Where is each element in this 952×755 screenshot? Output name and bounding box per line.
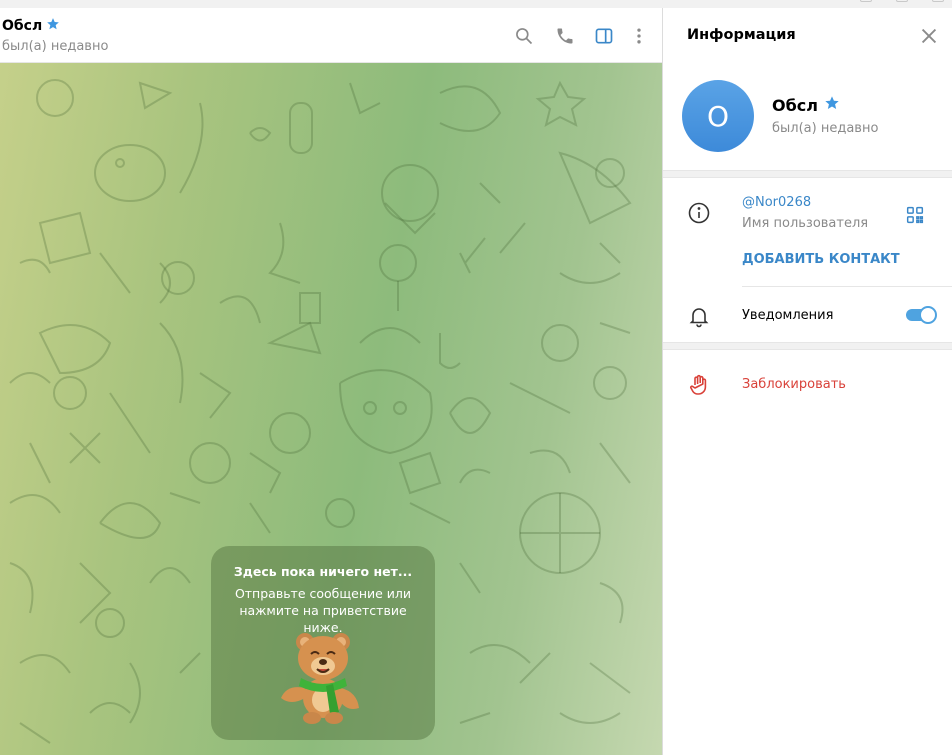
window-top-strip — [0, 0, 952, 8]
sidebar-toggle-icon[interactable] — [592, 24, 616, 48]
username-link[interactable]: @Nor0268 — [742, 195, 811, 210]
chat-status: был(а) недавно — [2, 39, 109, 54]
block-user-button[interactable]: Заблокировать — [742, 377, 846, 392]
qr-code-icon[interactable] — [904, 204, 926, 226]
row-divider — [742, 286, 952, 287]
add-contact-button[interactable]: ДОБАВИТЬ КОНТАКТ — [742, 252, 900, 267]
profile-status: был(а) недавно — [772, 121, 879, 136]
info-panel: Информация O Обсл был(а) недавно @Nor026… — [663, 8, 952, 755]
minimize-window-button[interactable] — [860, 0, 872, 2]
profile-name-text: Обсл — [772, 95, 818, 115]
star-icon — [824, 95, 840, 115]
search-icon[interactable] — [512, 24, 536, 48]
avatar[interactable]: O — [682, 80, 754, 152]
chat-wallpaper: Здесь пока ничего нет... Отправьте сообщ… — [0, 63, 662, 755]
toggle-knob — [919, 306, 937, 324]
info-panel-title: Информация — [687, 27, 796, 43]
close-window-button[interactable] — [932, 0, 944, 2]
more-vertical-icon[interactable] — [627, 24, 651, 48]
username-caption: Имя пользователя — [742, 216, 869, 231]
chat-title[interactable]: Обсл — [2, 17, 60, 35]
profile-name: Обсл — [772, 95, 840, 115]
maximize-window-button[interactable] — [896, 0, 908, 2]
empty-chat-title: Здесь пока ничего нет... — [233, 564, 413, 579]
empty-chat-card: Здесь пока ничего нет... Отправьте сообщ… — [211, 546, 435, 740]
chat-title-text: Обсл — [2, 18, 43, 34]
chat-header[interactable]: Обсл был(а) недавно — [0, 8, 662, 63]
section-separator — [663, 342, 952, 350]
chat-area: Обсл был(а) недавно Здесь пока ничего не… — [0, 8, 662, 755]
info-icon — [687, 201, 711, 225]
bear-greeting-sticker[interactable] — [275, 626, 371, 726]
phone-icon[interactable] — [553, 24, 577, 48]
bell-icon — [687, 304, 711, 328]
notifications-toggle[interactable] — [906, 306, 937, 324]
hand-block-icon — [687, 373, 711, 397]
notifications-label: Уведомления — [742, 308, 834, 323]
star-icon — [46, 17, 60, 35]
close-icon[interactable] — [918, 25, 940, 47]
section-separator — [663, 170, 952, 178]
